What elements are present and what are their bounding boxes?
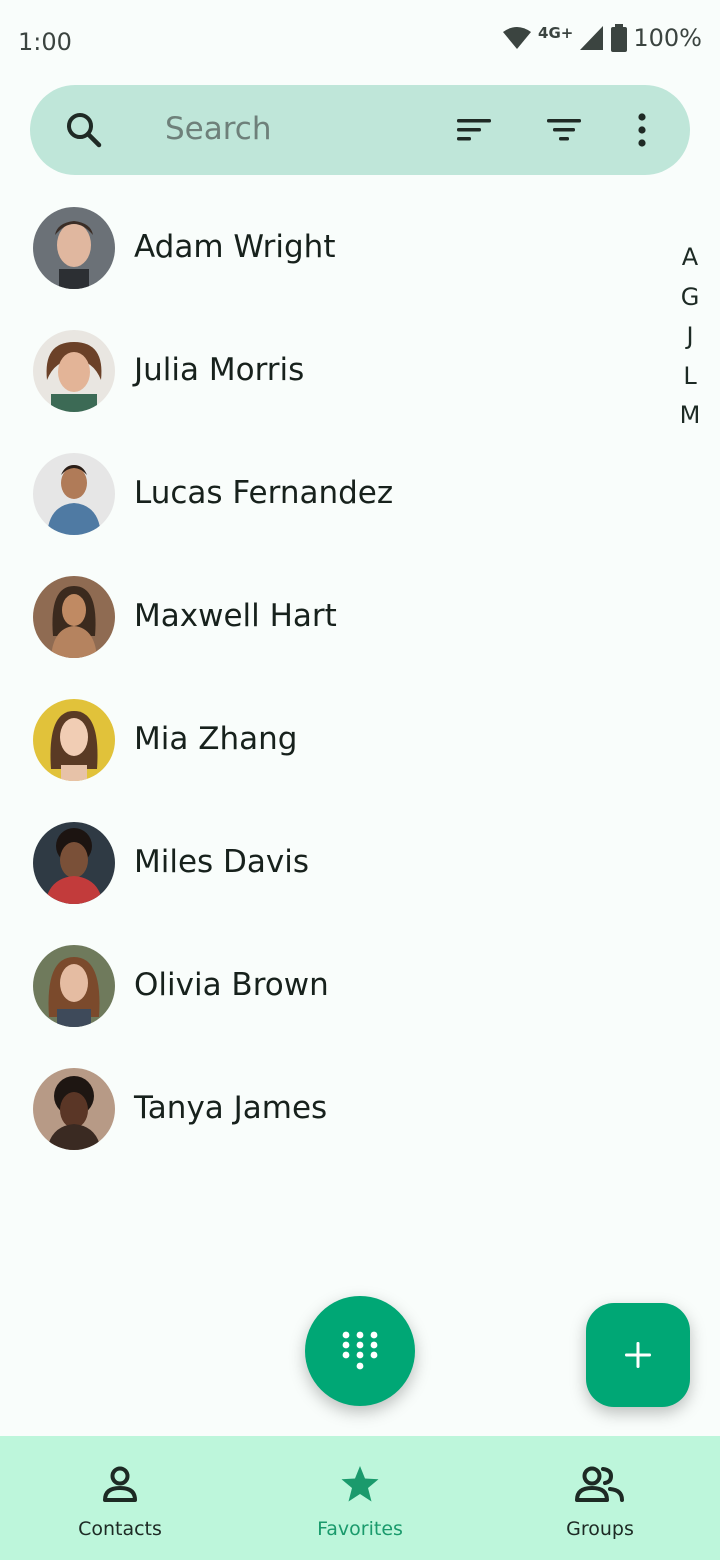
avatar	[33, 945, 115, 1027]
avatar	[33, 699, 115, 781]
avatar	[33, 1068, 115, 1150]
wifi-icon	[503, 27, 532, 49]
contact-name: Olivia Brown	[134, 967, 329, 1003]
group-icon	[575, 1466, 624, 1502]
alphabet-index[interactable]: A G J L M	[666, 238, 714, 436]
nav-item-favorites[interactable]: Favorites	[240, 1436, 480, 1560]
avatar	[33, 453, 115, 535]
avatar	[33, 822, 115, 904]
plus-icon	[625, 1342, 651, 1368]
alpha-index-letter[interactable]: M	[666, 396, 714, 436]
contact-name: Adam Wright	[134, 229, 336, 265]
alpha-index-letter[interactable]: L	[666, 357, 714, 397]
nav-item-groups[interactable]: Groups	[480, 1436, 720, 1560]
nav-label: Contacts	[78, 1518, 162, 1540]
person-icon	[103, 1466, 137, 1502]
add-contact-button[interactable]	[586, 1303, 690, 1407]
nav-label: Favorites	[317, 1518, 403, 1540]
search-bar[interactable]: Search	[30, 85, 690, 175]
contact-row[interactable]: Maxwell Hart	[0, 574, 660, 684]
contact-row[interactable]: Tanya James	[0, 1066, 660, 1176]
contact-name: Miles Davis	[134, 844, 310, 880]
contact-name: Tanya James	[134, 1090, 328, 1126]
contact-row[interactable]: Julia Morris	[0, 328, 660, 438]
avatar	[33, 330, 115, 412]
alpha-index-letter[interactable]: A	[666, 238, 714, 278]
cell-signal-icon	[580, 26, 604, 50]
search-input[interactable]: Search	[165, 111, 272, 147]
contact-name: Maxwell Hart	[134, 598, 337, 634]
more-vert-icon[interactable]	[622, 110, 662, 150]
battery-icon	[611, 24, 628, 52]
bottom-navigation: Contacts Favorites Groups	[0, 1436, 720, 1560]
dialpad-icon	[342, 1331, 378, 1370]
filter-icon[interactable]	[544, 110, 584, 150]
contact-name: Mia Zhang	[134, 721, 298, 757]
star-icon	[341, 1466, 379, 1502]
avatar	[33, 576, 115, 658]
network-type: 4G+	[538, 24, 574, 42]
search-icon[interactable]	[64, 110, 104, 150]
nav-label: Groups	[566, 1518, 634, 1540]
alpha-index-letter[interactable]: G	[666, 278, 714, 318]
status-icons: 4G+ 100%	[502, 24, 702, 52]
sort-icon[interactable]	[454, 110, 494, 150]
status-bar: 1:00 4G+ 100%	[0, 0, 720, 84]
dialpad-button[interactable]	[305, 1296, 415, 1406]
battery-level: 100%	[633, 24, 702, 52]
contact-row[interactable]: Olivia Brown	[0, 943, 660, 1053]
contact-row[interactable]: Adam Wright	[0, 205, 660, 315]
status-time: 1:00	[18, 28, 72, 56]
alpha-index-letter[interactable]: J	[666, 317, 714, 357]
avatar	[33, 207, 115, 289]
contact-row[interactable]: Miles Davis	[0, 820, 660, 930]
contact-row[interactable]: Lucas Fernandez	[0, 451, 660, 561]
contact-name: Lucas Fernandez	[134, 475, 394, 511]
nav-item-contacts[interactable]: Contacts	[0, 1436, 240, 1560]
contact-row[interactable]: Mia Zhang	[0, 697, 660, 807]
contact-name: Julia Morris	[134, 352, 305, 388]
